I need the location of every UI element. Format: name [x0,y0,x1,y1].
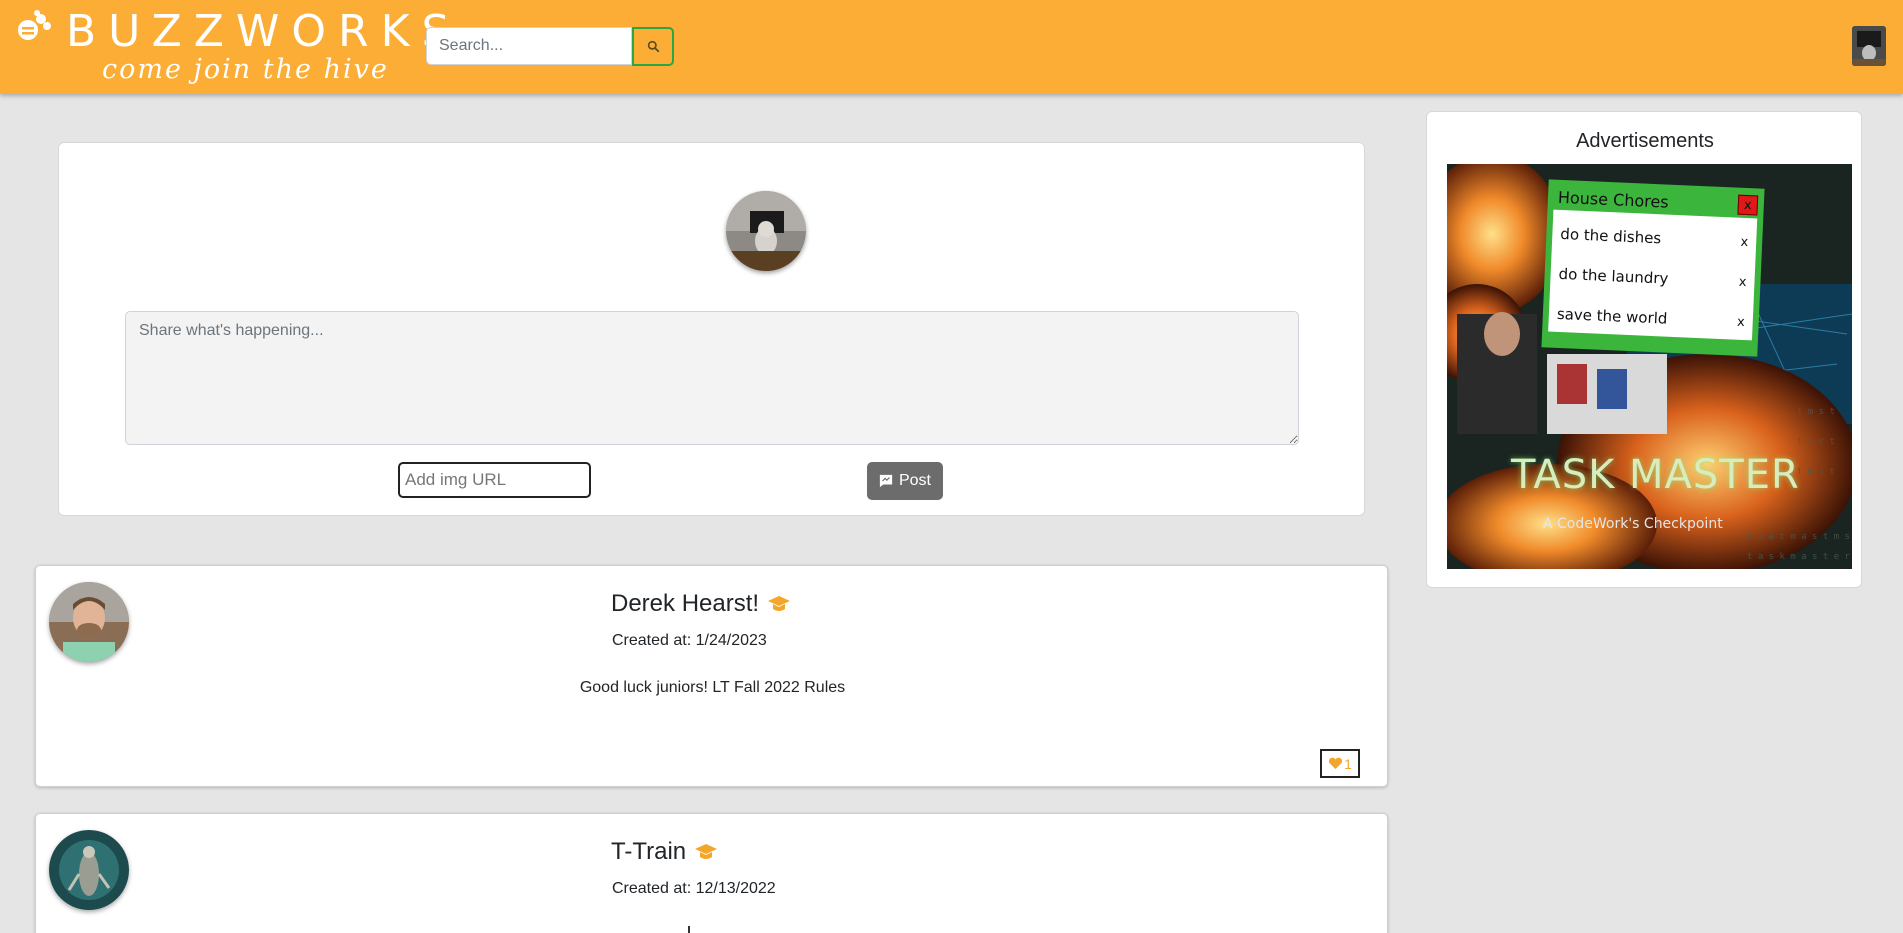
brand-title: BUZZWORKS [66,6,462,57]
post-author-avatar[interactable] [49,830,129,910]
chore-remove: x [1740,234,1749,250]
svg-text:t m s t: t m s t [1797,407,1835,417]
graduation-cap-icon [695,844,718,859]
chat-icon [879,474,893,488]
svg-text:s k a t m a s t m s t: s k a t m a s t m s t [1747,532,1852,542]
avatar-image [1852,26,1886,66]
post-button-label: Post [898,472,931,489]
chores-title: House Chores [1557,187,1670,212]
bee-icon [18,10,51,40]
chore-remove: x [1738,274,1747,290]
search-input[interactable] [426,27,632,65]
search-icon [647,40,659,53]
graduation-cap-icon [768,596,791,611]
post-created-date: Created at: 12/13/2022 [612,880,776,897]
svg-text:t e r t: t e r t [1797,437,1835,447]
new-post-card: Post [58,142,1365,516]
svg-text:t a s k m a s t e r: t a s k m a s t e r [1747,552,1851,562]
ads-title: Advertisements [1576,130,1714,152]
chore-label: do the laundry [1558,264,1669,288]
chore-remove: x [1736,314,1746,330]
avatar-image [726,191,806,271]
composer-avatar [726,191,806,271]
like-button[interactable]: 1 [1320,749,1360,778]
post-author[interactable]: T-Train [611,838,718,866]
like-count: 1 [1344,755,1352,772]
user-avatar[interactable] [1852,26,1886,66]
post-author-avatar[interactable] [49,582,129,662]
post-body: Good luck juniors! LT Fall 2022 Rules [579,679,846,696]
brand-tagline: come join the hive [102,54,389,85]
post-button[interactable]: Post [867,462,943,500]
chores-list: do the dishes x do the laundry x save th… [1548,209,1758,342]
brand-logo[interactable]: BUZZWORKS come join the hive [14,4,449,86]
search-button[interactable] [632,27,674,66]
svg-text:t m s t: t m s t [1797,467,1835,477]
task-master-ad[interactable]: t m s t t e r t t m s t s k a t m a s t … [1447,164,1852,569]
chore-label: do the dishes [1560,224,1662,248]
top-navbar: BUZZWORKS come join the hive [0,0,1903,94]
ad-subtitle: A CodeWork's Checkpoint [1543,516,1723,532]
post-author-name: T-Train [611,838,687,865]
post-text-input[interactable] [125,311,1299,445]
ad-title: TASK MASTER [1511,452,1800,498]
feed-post: T-Train Created at: 12/13/2022 [35,813,1388,933]
post-author-name: Derek Hearst! [611,590,760,617]
chore-label: save the world [1556,304,1668,328]
post-author[interactable]: Derek Hearst! [611,590,791,618]
avatar-image [49,830,129,910]
advertisements-panel: Advertisements t m s t t e r t t m s t s… [1426,111,1862,588]
heart-icon [1329,757,1343,770]
post-created-date: Created at: 1/24/2023 [612,632,767,649]
feed-post: Derek Hearst! Created at: 1/24/2023 Good… [35,565,1388,787]
avatar-image [49,582,129,662]
chores-close-button: x [1737,194,1759,216]
img-url-input[interactable] [398,462,591,498]
house-chores-widget: House Chores x do the dishes x do the la… [1541,179,1765,357]
chore-item: save the world x [1556,294,1746,342]
post-body-fragment [688,926,690,933]
